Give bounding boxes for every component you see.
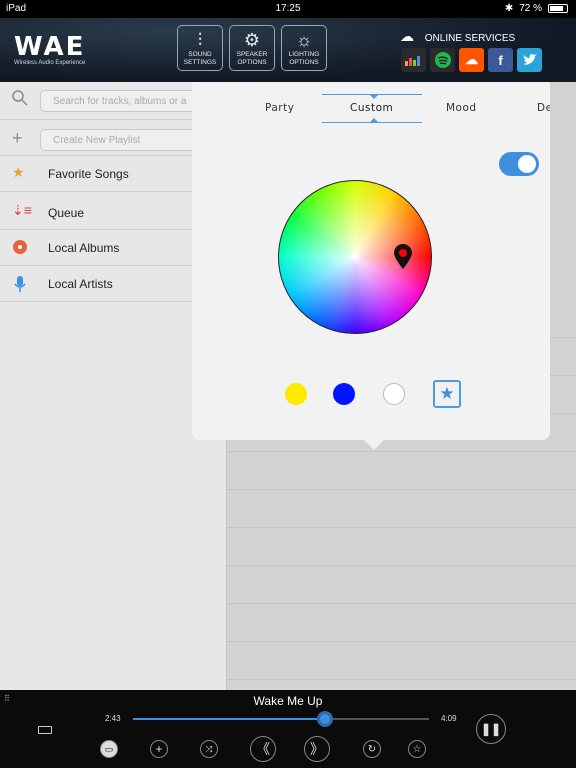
shuffle-icon[interactable]: ⤨: [200, 740, 218, 758]
player-bar: ⠿ Wake Me Up 2:43 4:09 ▭ + ⤨ 《 》 ↻ ☆ ❚❚: [0, 690, 576, 768]
speaker-options-button[interactable]: ⚙ SPEAKER OPTIONS: [229, 25, 275, 71]
active-tab-bottom-line: [322, 122, 422, 123]
elapsed-time: 2:43: [105, 714, 121, 723]
progress-bar[interactable]: [133, 711, 429, 727]
lighting-popover: Party Custom Mood De ★: [192, 82, 550, 440]
favorite-color-button[interactable]: ★: [433, 380, 461, 408]
swatch-blue[interactable]: [333, 383, 355, 405]
light-icon: ☼: [295, 30, 313, 50]
next-icon[interactable]: 》: [304, 736, 330, 762]
battery-percent: 72 %: [519, 3, 542, 14]
sidebar-item-label: Local Albums: [48, 241, 120, 255]
spotify-icon[interactable]: [430, 48, 455, 72]
favorite-icon[interactable]: ☆: [408, 740, 426, 758]
now-playing-title: Wake Me Up: [253, 694, 323, 708]
sidebar-item-label: Local Artists: [48, 277, 113, 291]
color-picker-pin-icon[interactable]: [393, 244, 413, 270]
facebook-icon[interactable]: f: [488, 48, 513, 72]
plus-icon[interactable]: +: [12, 128, 23, 149]
gear-icon: ⚙: [243, 30, 261, 50]
equalizer-icon: ⫶: [197, 30, 203, 50]
deezer-icon[interactable]: [401, 48, 426, 72]
battery-icon: [38, 726, 52, 734]
cloud-icon: ☁: [400, 28, 414, 44]
star-icon: ★: [439, 384, 455, 403]
tab-mood[interactable]: Mood: [446, 102, 477, 114]
battery-icon: [548, 4, 568, 13]
add-icon[interactable]: +: [150, 740, 168, 758]
tab-custom[interactable]: Custom: [350, 102, 393, 114]
soundcloud-icon[interactable]: ☁: [459, 48, 484, 72]
popover-arrow: [364, 440, 384, 450]
search-icon: [12, 90, 28, 111]
star-icon: ★: [12, 164, 25, 180]
tab-party[interactable]: Party: [265, 102, 294, 114]
duration-time: 4:09: [441, 714, 457, 723]
sidebar-item-label: Queue: [48, 206, 85, 220]
swatch-white[interactable]: [383, 383, 405, 405]
airplay-icon[interactable]: ▭: [100, 740, 118, 758]
status-bar: iPad 17:25 ✱ 72 %: [0, 0, 576, 18]
swatch-yellow[interactable]: [285, 383, 307, 405]
progress-thumb[interactable]: [317, 711, 334, 727]
online-services-label: ☁ ONLINE SERVICES: [400, 28, 516, 44]
queue-icon: ⇣≡: [12, 202, 32, 218]
toggle-knob: [518, 155, 536, 173]
sound-settings-button[interactable]: ⫶ SOUND SETTINGS: [177, 25, 223, 71]
bluetooth-icon: ✱: [504, 3, 514, 14]
twitter-icon[interactable]: [517, 48, 542, 72]
repeat-icon[interactable]: ↻: [363, 740, 381, 758]
album-icon: [12, 239, 28, 260]
previous-icon[interactable]: 《: [250, 736, 276, 762]
online-services: ☁ f: [401, 48, 542, 72]
tab-de[interactable]: De: [537, 102, 550, 114]
status-time: 17:25: [275, 3, 301, 14]
pause-button[interactable]: ❚❚: [476, 714, 506, 744]
app-header: WAE Wireless Audio Experience ⫶ SOUND SE…: [0, 18, 576, 82]
microphone-icon: [12, 275, 28, 298]
lighting-options-button[interactable]: ☼ LIGHTING OPTIONS: [281, 25, 327, 71]
progress-fill: [133, 718, 326, 720]
lighting-toggle[interactable]: [499, 152, 539, 176]
sidebar-item-label: Favorite Songs: [48, 167, 129, 181]
wae-logo: WAE Wireless Audio Experience: [14, 32, 86, 66]
